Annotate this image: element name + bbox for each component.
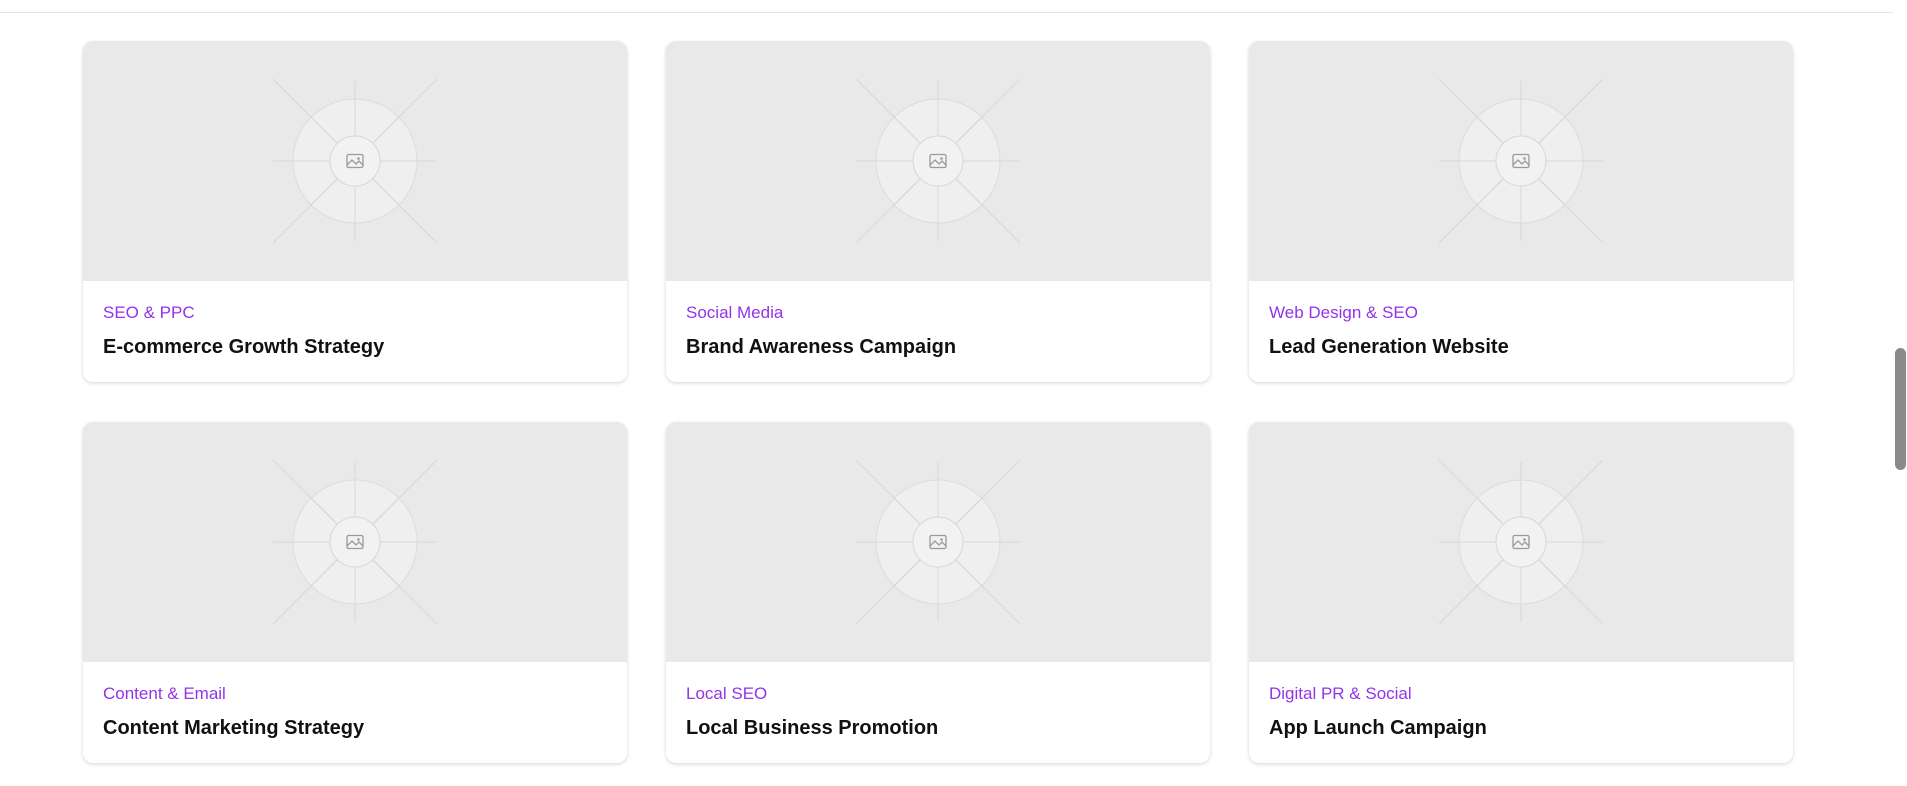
project-image-placeholder bbox=[1249, 422, 1793, 662]
project-image-placeholder bbox=[1249, 41, 1793, 281]
project-image-placeholder bbox=[666, 41, 1210, 281]
project-title: App Launch Campaign bbox=[1269, 717, 1487, 739]
placeholder-graphic bbox=[272, 459, 438, 625]
project-image-placeholder bbox=[83, 422, 627, 662]
project-card[interactable]: SEO & PPC E-commerce Growth Strategy bbox=[83, 41, 627, 382]
project-category: Social Media bbox=[686, 303, 784, 322]
placeholder-inner-circle bbox=[329, 516, 381, 568]
project-title: Lead Generation Website bbox=[1269, 336, 1509, 358]
project-category: Content & Email bbox=[103, 684, 226, 703]
placeholder-inner-circle bbox=[1495, 516, 1547, 568]
project-category: Local SEO bbox=[686, 684, 768, 703]
project-card[interactable]: Local SEO Local Business Promotion bbox=[666, 422, 1210, 763]
project-card[interactable]: Digital PR & Social App Launch Campaign bbox=[1249, 422, 1793, 763]
placeholder-graphic bbox=[1438, 459, 1604, 625]
project-image-placeholder bbox=[83, 41, 627, 281]
scrollbar-thumb[interactable] bbox=[1895, 348, 1906, 470]
placeholder-inner-circle bbox=[329, 135, 381, 187]
placeholder-graphic bbox=[272, 78, 438, 244]
portfolio-grid: SEO & PPC E-commerce Growth Strategy Soc… bbox=[83, 41, 1794, 763]
project-image-placeholder bbox=[666, 422, 1210, 662]
header-divider bbox=[0, 12, 1893, 13]
project-card[interactable]: Social Media Brand Awareness Campaign bbox=[666, 41, 1210, 382]
placeholder-inner-circle bbox=[912, 516, 964, 568]
project-title: Brand Awareness Campaign bbox=[686, 336, 957, 358]
project-card[interactable]: Content & Email Content Marketing Strate… bbox=[83, 422, 627, 763]
placeholder-graphic bbox=[855, 78, 1021, 244]
project-category: SEO & PPC bbox=[103, 303, 195, 322]
placeholder-inner-circle bbox=[1495, 135, 1547, 187]
scrollbar-track[interactable] bbox=[1893, 0, 1907, 786]
placeholder-graphic bbox=[855, 459, 1021, 625]
project-title: Content Marketing Strategy bbox=[103, 717, 365, 739]
project-card[interactable]: Web Design & SEO Lead Generation Website bbox=[1249, 41, 1793, 382]
project-category: Web Design & SEO bbox=[1269, 303, 1418, 322]
placeholder-inner-circle bbox=[912, 135, 964, 187]
project-title: Local Business Promotion bbox=[686, 717, 939, 739]
project-category: Digital PR & Social bbox=[1269, 684, 1412, 703]
placeholder-graphic bbox=[1438, 78, 1604, 244]
project-title: E-commerce Growth Strategy bbox=[103, 336, 385, 358]
